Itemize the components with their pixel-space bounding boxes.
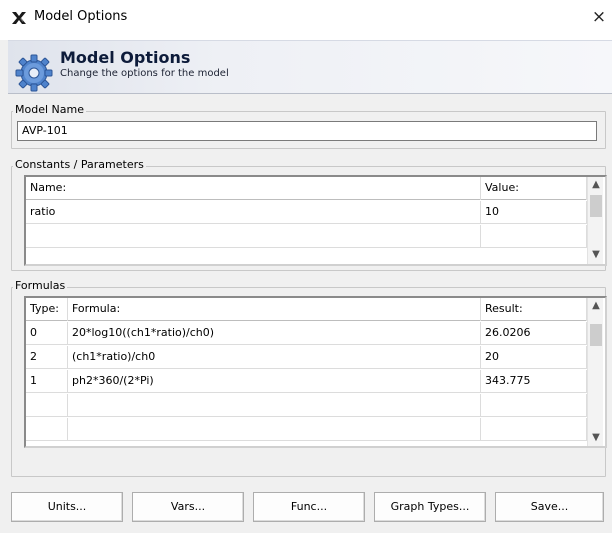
func-button[interactable]: Func... bbox=[253, 492, 365, 522]
table-row[interactable]: 1 ph2*360/(2*Pi) 343.775 bbox=[26, 370, 587, 393]
table-row-empty[interactable] bbox=[26, 418, 587, 441]
title-bar: Model Options × bbox=[0, 0, 612, 40]
banner-title: Model Options bbox=[60, 48, 191, 67]
column-header-type[interactable]: Type: bbox=[26, 298, 68, 321]
scroll-up-icon[interactable]: ▲ bbox=[588, 298, 604, 314]
model-name-input[interactable]: AVP-101 bbox=[17, 121, 597, 141]
table-row[interactable]: ratio 10 bbox=[26, 201, 587, 224]
model-name-label: Model Name bbox=[13, 103, 86, 116]
formula-cell[interactable]: 20*log10((ch1*ratio)/ch0) bbox=[68, 322, 481, 345]
formula-result-cell[interactable]: 343.775 bbox=[481, 370, 587, 393]
scroll-down-icon[interactable]: ▼ bbox=[588, 247, 604, 263]
graph-types-button[interactable]: Graph Types... bbox=[374, 492, 486, 522]
formula-cell[interactable]: ph2*360/(2*Pi) bbox=[68, 370, 481, 393]
table-header-row: Type: Formula: Result: bbox=[26, 298, 587, 321]
scroll-thumb[interactable] bbox=[590, 324, 602, 346]
constants-scrollbar[interactable]: ▲ ▼ bbox=[587, 177, 603, 264]
table-header-row: Name: Value: bbox=[26, 177, 587, 200]
units-button[interactable]: Units... bbox=[11, 492, 123, 522]
formula-type-cell[interactable]: 1 bbox=[26, 370, 68, 393]
empty-cell[interactable] bbox=[481, 225, 587, 248]
close-button[interactable]: × bbox=[586, 4, 612, 30]
model-options-window: Model Options × Model Options Change the… bbox=[0, 0, 612, 533]
save-button[interactable]: Save... bbox=[495, 492, 604, 522]
scroll-thumb[interactable] bbox=[590, 195, 602, 217]
column-header-result[interactable]: Result: bbox=[481, 298, 587, 321]
formula-type-cell[interactable]: 2 bbox=[26, 346, 68, 369]
empty-cell[interactable] bbox=[26, 394, 68, 417]
table-row[interactable]: 0 20*log10((ch1*ratio)/ch0) 26.0206 bbox=[26, 322, 587, 345]
empty-cell[interactable] bbox=[481, 418, 587, 441]
empty-cell[interactable] bbox=[68, 394, 481, 417]
column-header-name[interactable]: Name: bbox=[26, 177, 481, 200]
formula-result-cell[interactable]: 20 bbox=[481, 346, 587, 369]
column-header-value[interactable]: Value: bbox=[481, 177, 587, 200]
empty-cell[interactable] bbox=[481, 394, 587, 417]
formulas-scrollbar[interactable]: ▲ ▼ bbox=[587, 298, 603, 446]
formula-result-cell[interactable]: 26.0206 bbox=[481, 322, 587, 345]
app-x-icon bbox=[12, 12, 26, 24]
banner-subtitle: Change the options for the model bbox=[60, 68, 229, 79]
table-row-empty[interactable] bbox=[26, 225, 587, 248]
formulas-table: Type: Formula: Result: 0 20*log10((ch1*r… bbox=[24, 296, 607, 448]
constants-label: Constants / Parameters bbox=[13, 158, 146, 171]
param-value-cell[interactable]: 10 bbox=[481, 201, 587, 224]
table-row[interactable]: 2 (ch1*ratio)/ch0 20 bbox=[26, 346, 587, 369]
close-icon: × bbox=[591, 7, 607, 27]
vars-button[interactable]: Vars... bbox=[132, 492, 244, 522]
empty-cell[interactable] bbox=[26, 225, 481, 248]
gear-icon bbox=[15, 54, 53, 92]
formula-type-cell[interactable]: 0 bbox=[26, 322, 68, 345]
window-title: Model Options bbox=[34, 9, 128, 24]
constants-table: Name: Value: ratio 10 ▲ ▼ bbox=[24, 175, 607, 266]
formulas-label: Formulas bbox=[13, 279, 68, 292]
formula-cell[interactable]: (ch1*ratio)/ch0 bbox=[68, 346, 481, 369]
scroll-down-icon[interactable]: ▼ bbox=[588, 430, 604, 446]
column-header-formula[interactable]: Formula: bbox=[68, 298, 481, 321]
empty-cell[interactable] bbox=[68, 418, 481, 441]
param-name-cell[interactable]: ratio bbox=[26, 201, 481, 224]
header-banner: Model Options Change the options for the… bbox=[8, 40, 612, 94]
scroll-up-icon[interactable]: ▲ bbox=[588, 177, 604, 193]
table-row-empty[interactable] bbox=[26, 394, 587, 417]
empty-cell[interactable] bbox=[26, 418, 68, 441]
